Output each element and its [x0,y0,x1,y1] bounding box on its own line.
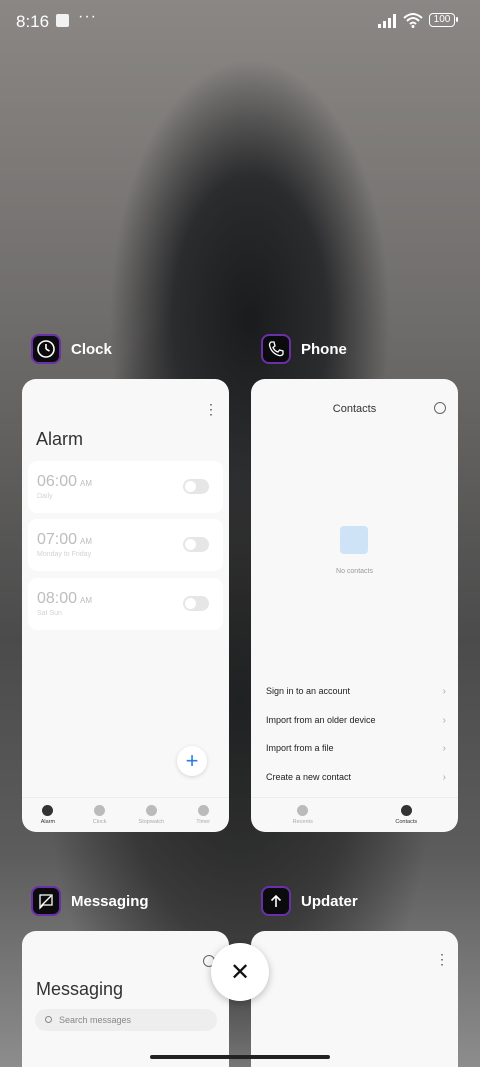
empty-contacts-illustration [340,526,368,554]
sign-in-account-row[interactable]: Sign in to an account › [266,686,446,697]
tab-label: Alarm [40,819,56,825]
tab-label: Contacts [395,819,418,825]
tab-recents[interactable]: Recents [251,798,355,832]
search-messages-input[interactable]: Search messages [35,1009,217,1031]
wifi-icon [403,13,423,28]
clock-bottom-nav: Alarm Clock Stopwatch Timer [22,797,229,832]
create-contact-row[interactable]: Create a new contact › [266,772,446,783]
close-icon: ✕ [229,958,251,986]
settings-gear-icon[interactable] [434,402,446,414]
action-label: Sign in to an account [266,686,351,696]
alarm-item[interactable]: 07:00 AM Monday to Friday [28,519,223,571]
alarm-icon [42,805,54,816]
signal-icon [378,14,396,28]
chevron-right-icon: › [442,686,446,697]
chevron-right-icon: › [442,715,446,726]
battery-icon: 100 [429,13,458,27]
clock-app-card[interactable]: ⋮ Alarm 06:00 AM Daily 07:00 AM Monday to … [22,379,229,832]
arrow-up-icon [270,894,282,907]
import-older-device-row[interactable]: Import from an older device › [266,715,446,726]
import-file-row[interactable]: Import from a file › [266,743,446,754]
clock-app-header[interactable]: Clock [31,333,112,365]
stopwatch-icon [145,805,157,816]
recents-phone-icon [297,805,309,816]
messaging-app-header[interactable]: Messaging [31,885,149,917]
more-options-icon[interactable]: ⋮ [435,951,449,968]
alarm-ampm: AM [80,479,93,488]
alarm-screen-title: Alarm [36,429,84,449]
tab-label: Clock [92,819,107,825]
alarm-ampm: AM [80,537,93,546]
phone-app-header[interactable]: Phone [261,333,347,365]
updater-app-header[interactable]: Updater [261,885,358,917]
tab-label: Stopwatch [138,819,165,825]
alarm-item[interactable]: 06:00 AM Daily [28,461,223,513]
alarm-item[interactable]: 08:00 AM Sat Sun [28,578,223,630]
messaging-screen-title: Messaging [36,979,124,999]
alarm-toggle[interactable] [183,537,209,552]
status-time: 8:16 [16,12,50,31]
messaging-app-icon[interactable] [31,886,61,916]
alarm-time: 06:00 [37,473,78,490]
empty-state-text: No contacts [336,568,373,575]
chevron-right-icon: › [442,772,446,783]
more-notifications-icon: ··· [78,8,97,25]
hourglass-icon [197,805,209,816]
alarm-repeat: Monday to Friday [37,551,92,558]
search-icon [45,1016,52,1023]
tab-stopwatch[interactable]: Stopwatch [126,798,178,832]
updater-app-icon[interactable] [261,886,291,916]
search-placeholder: Search messages [59,1015,132,1025]
person-icon [400,805,412,816]
alarm-time: 08:00 [37,590,78,607]
updater-app-card[interactable]: ⋮ [251,931,458,1067]
message-bubble-icon [39,894,53,910]
alarm-repeat: Sat Sun [37,610,62,617]
tab-timer[interactable]: Timer [177,798,229,832]
status-bar: 8:16 ··· 100 [0,0,480,42]
chevron-right-icon: › [442,743,446,754]
phone-icon [268,341,284,357]
phone-app-name: Phone [301,340,347,358]
messaging-app-name: Messaging [71,892,149,910]
notification-icon [56,14,69,27]
tab-label: Recents [292,819,313,825]
clock-app-icon[interactable] [31,334,61,364]
tab-alarm[interactable]: Alarm [22,798,74,832]
add-alarm-button[interactable]: + [177,746,207,776]
clear-all-button[interactable]: ✕ [211,943,269,1001]
action-label: Import from a file [266,743,334,753]
action-label: Import from an older device [266,715,376,725]
phone-app-card[interactable]: Contacts No contacts Sign in to an accou… [251,379,458,832]
clock-app-name: Clock [71,340,112,358]
action-label: Create a new contact [266,772,352,782]
clock-icon [37,340,55,358]
home-indicator[interactable] [150,1055,330,1059]
alarm-time: 07:00 [37,531,78,548]
tab-label: Timer [196,819,211,825]
phone-bottom-nav: Recents Contacts [251,797,458,832]
phone-app-icon[interactable] [261,334,291,364]
clock-icon [94,805,106,816]
more-options-icon[interactable]: ⋮ [204,401,218,418]
messaging-app-card[interactable]: Messaging Search messages [22,931,229,1067]
alarm-repeat: Daily [37,493,53,500]
tab-clock[interactable]: Clock [74,798,126,832]
alarm-toggle[interactable] [183,479,209,494]
contacts-screen-title: Contacts [332,403,377,415]
alarm-ampm: AM [80,596,93,605]
alarm-toggle[interactable] [183,596,209,611]
tab-contacts[interactable]: Contacts [355,798,459,832]
updater-app-name: Updater [301,892,358,910]
